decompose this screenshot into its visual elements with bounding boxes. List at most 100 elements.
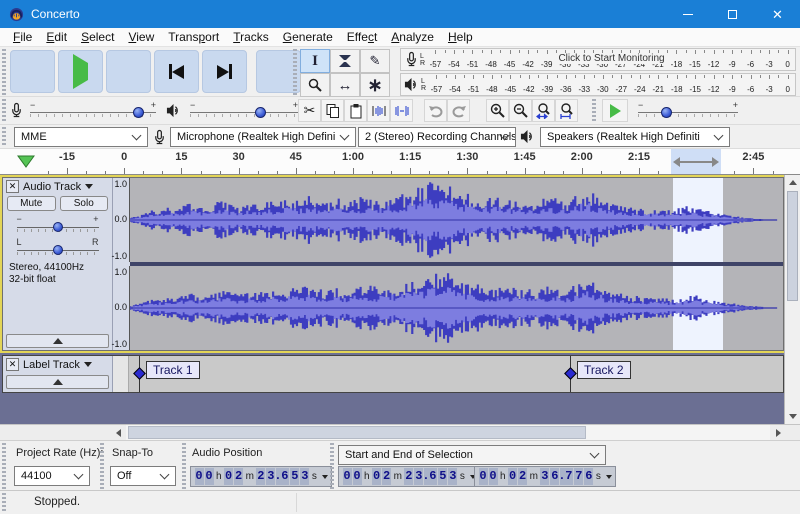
minimize-button[interactable] — [665, 0, 710, 28]
vertical-ruler[interactable]: 1.00.0-1.01.00.0-1.0 — [113, 178, 130, 350]
toolbar-grip[interactable] — [2, 49, 6, 95]
draw-tool-button[interactable]: ✎ — [360, 49, 390, 73]
recording-volume-slider[interactable]: −+ — [28, 101, 158, 121]
play-button[interactable] — [58, 50, 103, 93]
track-name[interactable]: Audio Track — [23, 181, 81, 193]
menu-tracks[interactable]: Tracks — [226, 30, 276, 44]
selection-end-field[interactable]: 00h02m36.776s — [474, 466, 616, 487]
toolbar-grip[interactable] — [182, 443, 186, 489]
maximize-button[interactable] — [710, 0, 755, 28]
scroll-right-button[interactable] — [770, 425, 786, 440]
scroll-up-button[interactable] — [785, 175, 800, 189]
selection-mode-select[interactable]: Start and End of Selection — [338, 445, 606, 465]
skip-to-end-button[interactable] — [202, 50, 247, 93]
collapse-track-button[interactable] — [6, 375, 109, 389]
toolbar-grip[interactable] — [2, 127, 6, 147]
fit-selection-button[interactable] — [532, 99, 555, 122]
playback-device-select[interactable]: Speakers (Realtek High Definiti — [540, 127, 730, 147]
silence-audio-button[interactable] — [390, 99, 413, 122]
time-shift-tool-button[interactable]: ↔ — [330, 73, 360, 97]
label-chip[interactable]: Track 2 — [577, 361, 631, 379]
menu-effect[interactable]: Effect — [340, 30, 384, 44]
selection-tool-button[interactable]: I — [300, 49, 330, 73]
undo-button[interactable] — [424, 99, 447, 122]
time-format-caret-icon[interactable] — [606, 475, 612, 479]
track-name[interactable]: Label Track — [23, 359, 80, 371]
recording-meter[interactable]: LR Click to Start Monitoring -57-54-51-4… — [400, 48, 796, 71]
snap-to-select[interactable]: Off — [110, 466, 176, 486]
stop-button[interactable] — [106, 50, 151, 93]
envelope-tool-button[interactable] — [330, 49, 360, 73]
fit-project-button[interactable] — [555, 99, 578, 122]
gain-slider[interactable]: − + — [14, 215, 102, 235]
scroll-left-button[interactable] — [110, 425, 126, 440]
audio-position-field[interactable]: 00h02m23.653s — [190, 466, 332, 487]
paste-button[interactable] — [344, 99, 367, 122]
toolbar-grip[interactable] — [2, 99, 6, 123]
timeline-ruler[interactable]: -1501530451:001:151:301:452:002:152:302:… — [0, 149, 800, 175]
toolbar-grip[interactable] — [592, 99, 596, 123]
menu-transport[interactable]: Transport — [161, 30, 226, 44]
time-format-caret-icon[interactable] — [322, 475, 328, 479]
toolbar-grip[interactable] — [330, 443, 334, 489]
label-marker[interactable] — [564, 367, 577, 380]
track-menu-arrow-icon[interactable] — [84, 362, 92, 367]
playback-meter[interactable]: LR -57-54-51-48-45-42-39-36-33-30-27-24-… — [400, 73, 796, 96]
horizontal-scroll-thumb[interactable] — [128, 426, 586, 439]
toolbar-grip[interactable] — [2, 493, 6, 513]
vertical-scrollbar[interactable] — [784, 175, 800, 424]
waveform-area[interactable] — [130, 178, 783, 350]
trim-audio-button[interactable] — [367, 99, 390, 122]
menu-select[interactable]: Select — [74, 30, 121, 44]
arrow-down-icon[interactable] — [789, 414, 797, 419]
menu-help[interactable]: Help — [441, 30, 480, 44]
menu-generate[interactable]: Generate — [276, 30, 340, 44]
recording-volume-thumb[interactable] — [133, 107, 144, 118]
label-area[interactable]: Track 1 Track 2 — [129, 356, 783, 392]
playback-volume-slider[interactable]: −+ — [188, 101, 300, 121]
cut-button[interactable]: ✂ — [298, 99, 321, 122]
zoom-tool-button[interactable] — [300, 73, 330, 97]
redo-button[interactable] — [447, 99, 470, 122]
recording-channels-select[interactable]: 2 (Stereo) Recording Channels — [358, 127, 516, 147]
gain-slider-thumb[interactable] — [53, 222, 63, 232]
recording-device-select[interactable]: Microphone (Realtek High Defini — [170, 127, 356, 147]
toolbar-grip[interactable] — [100, 443, 104, 489]
solo-button[interactable]: Solo — [60, 196, 109, 211]
project-rate-select[interactable]: 44100 — [14, 466, 90, 486]
waveform-channel-left[interactable] — [130, 178, 783, 262]
close-button[interactable]: ✕ — [755, 0, 800, 28]
menu-analyze[interactable]: Analyze — [384, 30, 441, 44]
pan-slider-thumb[interactable] — [53, 245, 63, 255]
zoom-in-button[interactable] — [486, 99, 509, 122]
close-track-button[interactable]: ✕ — [6, 180, 19, 193]
timeline-selection[interactable] — [671, 149, 721, 174]
timeline-pin-button[interactable] — [17, 155, 35, 168]
audio-host-select[interactable]: MME — [14, 127, 148, 147]
play-speed-slider[interactable]: −+ — [636, 101, 740, 121]
toolbar-grip[interactable] — [2, 443, 6, 489]
vertical-scroll-thumb[interactable] — [787, 191, 798, 301]
collapse-track-button[interactable] — [6, 334, 109, 348]
menu-edit[interactable]: Edit — [39, 30, 74, 44]
multi-tool-button[interactable]: ∗ — [360, 73, 390, 97]
selection-start-field[interactable]: 00h02m23.653s — [338, 466, 480, 487]
toolbar-grip[interactable] — [293, 49, 297, 95]
zoom-out-button[interactable] — [509, 99, 532, 122]
mute-button[interactable]: Mute — [7, 196, 56, 211]
skip-to-start-button[interactable] — [154, 50, 199, 93]
horizontal-scrollbar[interactable] — [126, 425, 770, 440]
monitoring-hint[interactable]: Click to Start Monitoring — [555, 53, 667, 64]
track-menu-arrow-icon[interactable] — [85, 184, 93, 189]
pan-slider[interactable]: L R — [14, 238, 102, 258]
audio-track[interactable]: ✕ Audio Track Mute Solo − + L R — [2, 177, 784, 351]
playback-volume-thumb[interactable] — [255, 107, 266, 118]
waveform-channel-right[interactable] — [130, 266, 783, 350]
label-chip[interactable]: Track 1 — [146, 361, 200, 379]
pause-button[interactable] — [10, 50, 55, 93]
copy-button[interactable] — [321, 99, 344, 122]
menu-file[interactable]: File — [6, 30, 39, 44]
play-at-speed-button[interactable] — [602, 99, 628, 122]
close-track-button[interactable]: ✕ — [6, 358, 19, 371]
menu-view[interactable]: View — [121, 30, 161, 44]
